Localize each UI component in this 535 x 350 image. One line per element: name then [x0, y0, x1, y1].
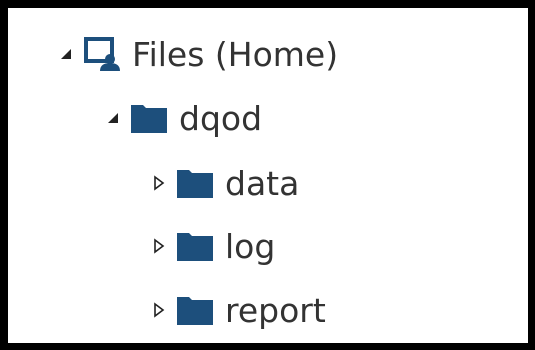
tree-node-dqod[interactable]: dqod — [105, 96, 262, 140]
folder-icon — [131, 103, 167, 133]
tree-node-log[interactable]: log — [151, 224, 275, 268]
tree-node-label: dqod — [179, 98, 263, 138]
collapsed-toggle-icon[interactable] — [151, 173, 167, 193]
tree-node-label: report — [225, 290, 326, 330]
home-folder-icon — [84, 37, 120, 71]
tree-node-label: log — [225, 226, 276, 266]
collapsed-toggle-icon[interactable] — [151, 236, 167, 256]
folder-icon — [177, 168, 213, 198]
collapsed-toggle-icon[interactable] — [151, 300, 167, 320]
file-tree-panel: Files (Home) dqod data log report — [0, 0, 535, 350]
tree-node-label: data — [225, 163, 300, 203]
folder-icon — [177, 295, 213, 325]
expanded-toggle-icon[interactable] — [105, 108, 121, 128]
folder-icon — [177, 231, 213, 261]
tree-node-files-home[interactable]: Files (Home) — [58, 32, 338, 76]
tree-node-data[interactable]: data — [151, 161, 299, 205]
tree-node-label: Files (Home) — [132, 34, 339, 74]
tree-node-report[interactable]: report — [151, 288, 326, 332]
expanded-toggle-icon[interactable] — [58, 44, 74, 64]
